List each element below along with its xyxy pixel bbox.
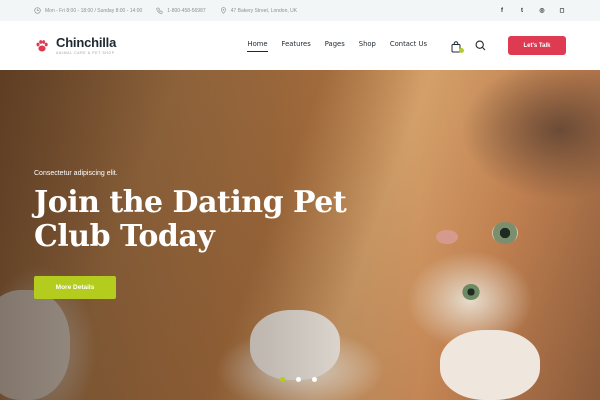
header-icons: [451, 40, 486, 53]
hero-subtitle: Consectetur adipiscing elit.: [34, 170, 118, 177]
nav-home[interactable]: Home: [247, 40, 268, 52]
cart-button[interactable]: [451, 40, 464, 53]
slider-dot[interactable]: [296, 377, 301, 382]
nav-pages[interactable]: Pages: [325, 40, 345, 52]
more-details-button[interactable]: More Details: [34, 276, 116, 299]
dribbble-icon[interactable]: ◎: [538, 7, 546, 15]
nav-features[interactable]: Features: [282, 40, 311, 52]
site-header: Chinchilla ANIMAL CARE & PET SHOP Home F…: [0, 21, 600, 70]
nav-shop[interactable]: Shop: [359, 40, 376, 52]
main-nav: Home Features Pages Shop Contact Us: [247, 40, 427, 52]
logo[interactable]: Chinchilla ANIMAL CARE & PET SHOP: [34, 36, 116, 55]
clock-icon: [34, 7, 41, 14]
lets-talk-button[interactable]: Let's Talk: [508, 36, 566, 55]
hours-info: Mon - Fri 8:00 - 18:00 / Sunday 8:00 - 1…: [34, 7, 142, 14]
address-info: 47 Bakery Street, London, UK: [220, 7, 297, 14]
phone-text[interactable]: 1-800-458-56987: [167, 8, 205, 14]
social-links: f t ◎ ◻: [498, 7, 566, 15]
hours-text: Mon - Fri 8:00 - 18:00 / Sunday 8:00 - 1…: [45, 7, 143, 14]
slider-dot[interactable]: [312, 377, 317, 382]
search-icon[interactable]: [475, 40, 486, 51]
twitter-icon[interactable]: t: [518, 7, 526, 15]
logo-text: Chinchilla ANIMAL CARE & PET SHOP: [56, 36, 116, 55]
paw-logo-icon: [36, 39, 48, 51]
logo-name: Chinchilla: [56, 35, 117, 50]
cart-badge: [459, 47, 464, 53]
phone-icon: [156, 7, 163, 14]
slider-dots: [280, 377, 317, 382]
location-pin-icon: [220, 7, 226, 14]
hero-title: Join the Dating Pet Club Today: [34, 185, 347, 254]
instagram-icon[interactable]: ◻: [558, 7, 566, 15]
slider-dot[interactable]: [280, 377, 285, 382]
top-info-bar: Mon - Fri 8:00 - 18:00 / Sunday 8:00 - 1…: [0, 0, 600, 21]
address-text: 47 Bakery Street, London, UK: [230, 7, 298, 14]
nav-contact-us[interactable]: Contact Us: [390, 40, 427, 52]
logo-tagline: ANIMAL CARE & PET SHOP: [56, 51, 115, 55]
phone-info: 1-800-458-56987: [156, 7, 206, 14]
facebook-icon[interactable]: f: [498, 7, 506, 15]
hero-banner: Consectetur adipiscing elit. Join the Da…: [0, 70, 600, 400]
